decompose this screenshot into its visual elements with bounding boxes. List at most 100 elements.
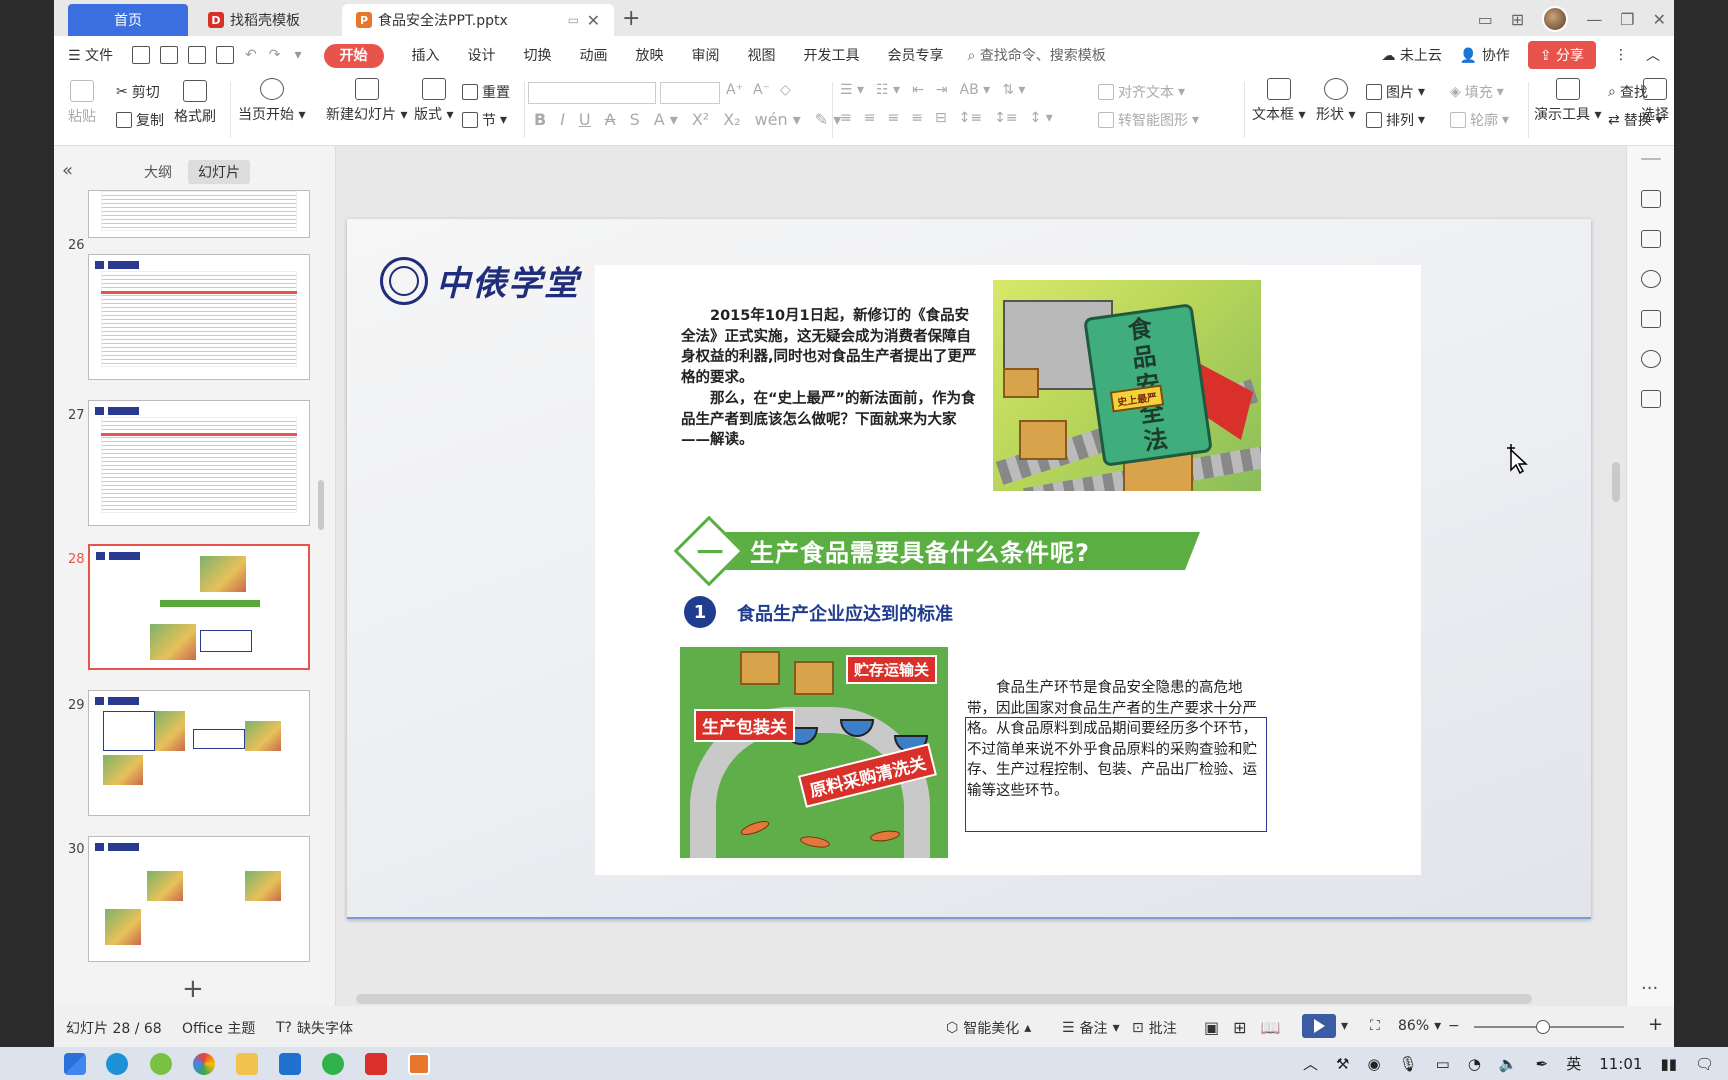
sorter-view-icon[interactable]: ⊞ — [1233, 1018, 1246, 1037]
arrange-button[interactable]: 排列 ▾ — [1366, 110, 1425, 130]
phonetic-icon[interactable]: wén ▾ — [755, 110, 801, 129]
line-spacing-icon[interactable]: ↕≡ — [959, 110, 982, 126]
number-list-icon[interactable]: ☷ ▾ — [876, 82, 900, 98]
export-icon[interactable] — [160, 46, 179, 64]
slide-thumbnail-29[interactable] — [88, 690, 310, 816]
file-explorer-icon[interactable] — [236, 1053, 258, 1075]
notification-icon[interactable]: 🗨 — [1695, 1055, 1714, 1073]
menu-design[interactable]: 设计 — [454, 45, 510, 65]
tab-template[interactable]: D 找稻壳模板 — [194, 4, 338, 36]
italic-icon[interactable]: I — [560, 110, 565, 129]
grow-font-icon[interactable]: A⁺ — [726, 82, 743, 98]
tray-security-icon[interactable]: ◉ — [1368, 1055, 1381, 1073]
align-left-icon[interactable]: ≡ — [840, 110, 852, 126]
menu-member[interactable]: 会员专享 — [874, 45, 958, 65]
command-search[interactable]: ⌕ 查找命令、搜索模板 — [968, 45, 1106, 65]
intro-paragraph-1[interactable]: 2015年10月1日起，新修订的《食品安全法》正式实施，这无疑会成为消费者保障自… — [681, 306, 977, 388]
food-safety-law-cartoon[interactable]: 食 品 安 全 法 史上最严 — [993, 280, 1261, 491]
new-tab-icon[interactable]: + — [622, 6, 640, 31]
underline-icon[interactable]: U — [579, 110, 591, 129]
normal-view-icon[interactable]: ▣ — [1204, 1018, 1219, 1037]
slide-thumbnail-30[interactable] — [88, 836, 310, 962]
tab-slides[interactable]: 幻灯片 — [188, 160, 250, 184]
zoom-in-icon[interactable]: + — [1648, 1014, 1663, 1035]
grid-apps-icon[interactable]: ⊞ — [1511, 10, 1524, 29]
animation-pane-icon[interactable] — [1641, 190, 1661, 208]
play-from-current-button[interactable]: 当页开始 ▾ — [238, 78, 305, 124]
zoom-out-icon[interactable]: − — [1448, 1018, 1460, 1034]
ie-browser-icon[interactable] — [150, 1053, 172, 1075]
indent-icon[interactable]: ⇥ — [936, 82, 948, 98]
menu-transition[interactable]: 切换 — [510, 45, 566, 65]
more-tools-icon[interactable]: ··· — [1641, 978, 1658, 999]
sort-icon[interactable]: ⇅ ▾ — [1002, 82, 1025, 98]
textbox-button[interactable]: 文本框 ▾ — [1252, 78, 1305, 124]
outdent-icon[interactable]: ⇤ — [912, 82, 924, 98]
shape-button[interactable]: 形状 ▾ — [1316, 78, 1355, 124]
tab-document[interactable]: P 食品安全法PPT.pptx ▭ ✕ — [342, 4, 614, 36]
print-icon[interactable] — [188, 46, 207, 64]
clear-format-icon[interactable]: ◇ — [780, 82, 791, 98]
undo-icon[interactable]: ↶ — [239, 47, 263, 63]
properties-icon[interactable] — [1641, 230, 1661, 248]
present-tools-button[interactable]: 演示工具 ▾ — [1534, 78, 1601, 124]
ime-indicator[interactable]: 英 — [1566, 1053, 1581, 1074]
slide-thumbnail-28-selected[interactable] — [88, 544, 310, 670]
font-family-select[interactable] — [528, 82, 656, 104]
new-slide-button[interactable]: 新建幻灯片 ▾ — [326, 78, 407, 124]
zoom-level[interactable]: 86% ▾ — [1398, 1018, 1441, 1034]
shrink-font-icon[interactable]: A⁻ — [753, 82, 770, 98]
align-center-icon[interactable]: ≡ — [864, 110, 876, 126]
production-line-cartoon[interactable]: 贮存运输关 生产包装关 原料采购清洗关 — [680, 647, 948, 858]
fill-button[interactable]: ◈ 填充 ▾ — [1450, 82, 1504, 102]
tab-outline[interactable]: 大纲 — [134, 160, 182, 184]
comment-button[interactable]: ⊡ 批注 — [1132, 1018, 1177, 1038]
missing-font-button[interactable]: T? 缺失字体 — [276, 1018, 353, 1038]
share-button[interactable]: ⇪ 分享 — [1527, 41, 1596, 69]
highlight-icon[interactable]: ✎ ▾ — [815, 110, 842, 129]
play-slideshow-button[interactable]: ▾ — [1302, 1014, 1348, 1038]
reset-button[interactable]: 重置 — [462, 82, 510, 102]
align-right-icon[interactable]: ≡ — [887, 110, 899, 126]
format-painter-button[interactable]: 格式刷 — [174, 80, 216, 126]
collapse-panel-icon[interactable]: « — [62, 160, 73, 181]
intro-paragraph-2[interactable]: 那么，在“史上最严”的新法面前，作为食品生产者到底该怎么做呢？下面就来为大家——… — [681, 389, 977, 451]
subsection-title[interactable]: 食品生产企业应达到的标准 — [737, 600, 953, 626]
slide-thumbnail-27[interactable] — [88, 400, 310, 526]
menu-home[interactable]: 开始 — [323, 44, 384, 68]
bold-icon[interactable]: B — [534, 110, 546, 129]
windows-start-icon[interactable] — [64, 1053, 86, 1075]
cut-button[interactable]: ✂ 剪切 — [116, 82, 160, 102]
para-spacing-icon[interactable]: ↕≡ — [994, 110, 1017, 126]
description-paragraph[interactable]: 食品生产环节是食品安全隐患的高危地带，因此国家对食品生产者的生产要求十分严格。从… — [967, 678, 1265, 801]
restore-icon[interactable]: ❐ — [1620, 10, 1634, 29]
reading-view-icon[interactable]: 📖 — [1261, 1018, 1281, 1037]
wps-presentation-icon[interactable] — [408, 1053, 430, 1075]
minimize-icon[interactable]: — — [1586, 10, 1602, 29]
menu-slideshow[interactable]: 放映 — [622, 45, 678, 65]
select-button[interactable]: 选择 — [1636, 78, 1674, 124]
smart-shape-button[interactable]: 转智能图形 ▾ — [1098, 110, 1199, 130]
panel-scrollbar[interactable] — [318, 480, 324, 530]
tray-expand-icon[interactable]: ︿ — [1303, 1053, 1318, 1074]
align-text-button[interactable]: 对齐文本 ▾ — [1098, 82, 1185, 102]
wps-icon[interactable] — [365, 1053, 387, 1075]
redo-icon[interactable]: ↷ — [263, 47, 287, 63]
zoom-slider[interactable] — [1474, 1020, 1624, 1034]
zoom-slider-knob[interactable] — [1536, 1020, 1550, 1034]
volume-icon[interactable]: 🔈 — [1499, 1055, 1518, 1073]
subscript-icon[interactable]: X₂ — [723, 110, 740, 129]
collapse-ribbon-icon[interactable]: ︿ — [1646, 45, 1660, 65]
menu-view[interactable]: 视图 — [734, 45, 790, 65]
book-search-icon[interactable] — [1641, 390, 1661, 408]
microphone-icon[interactable]: 🎙 — [1399, 1055, 1418, 1073]
outline-button[interactable]: 轮廓 ▾ — [1450, 110, 1509, 130]
theme-name[interactable]: Office 主题 — [182, 1018, 255, 1038]
drag-handle[interactable] — [1641, 158, 1661, 160]
font-color-icon[interactable]: A ▾ — [654, 110, 678, 129]
clock[interactable]: 11:01 — [1599, 1055, 1642, 1073]
close-window-icon[interactable]: ✕ — [1653, 10, 1666, 29]
tab-home[interactable]: 首页 — [68, 4, 188, 36]
add-slide-icon[interactable]: + — [182, 974, 204, 1004]
more-icon[interactable]: ⋮ — [1614, 47, 1628, 63]
